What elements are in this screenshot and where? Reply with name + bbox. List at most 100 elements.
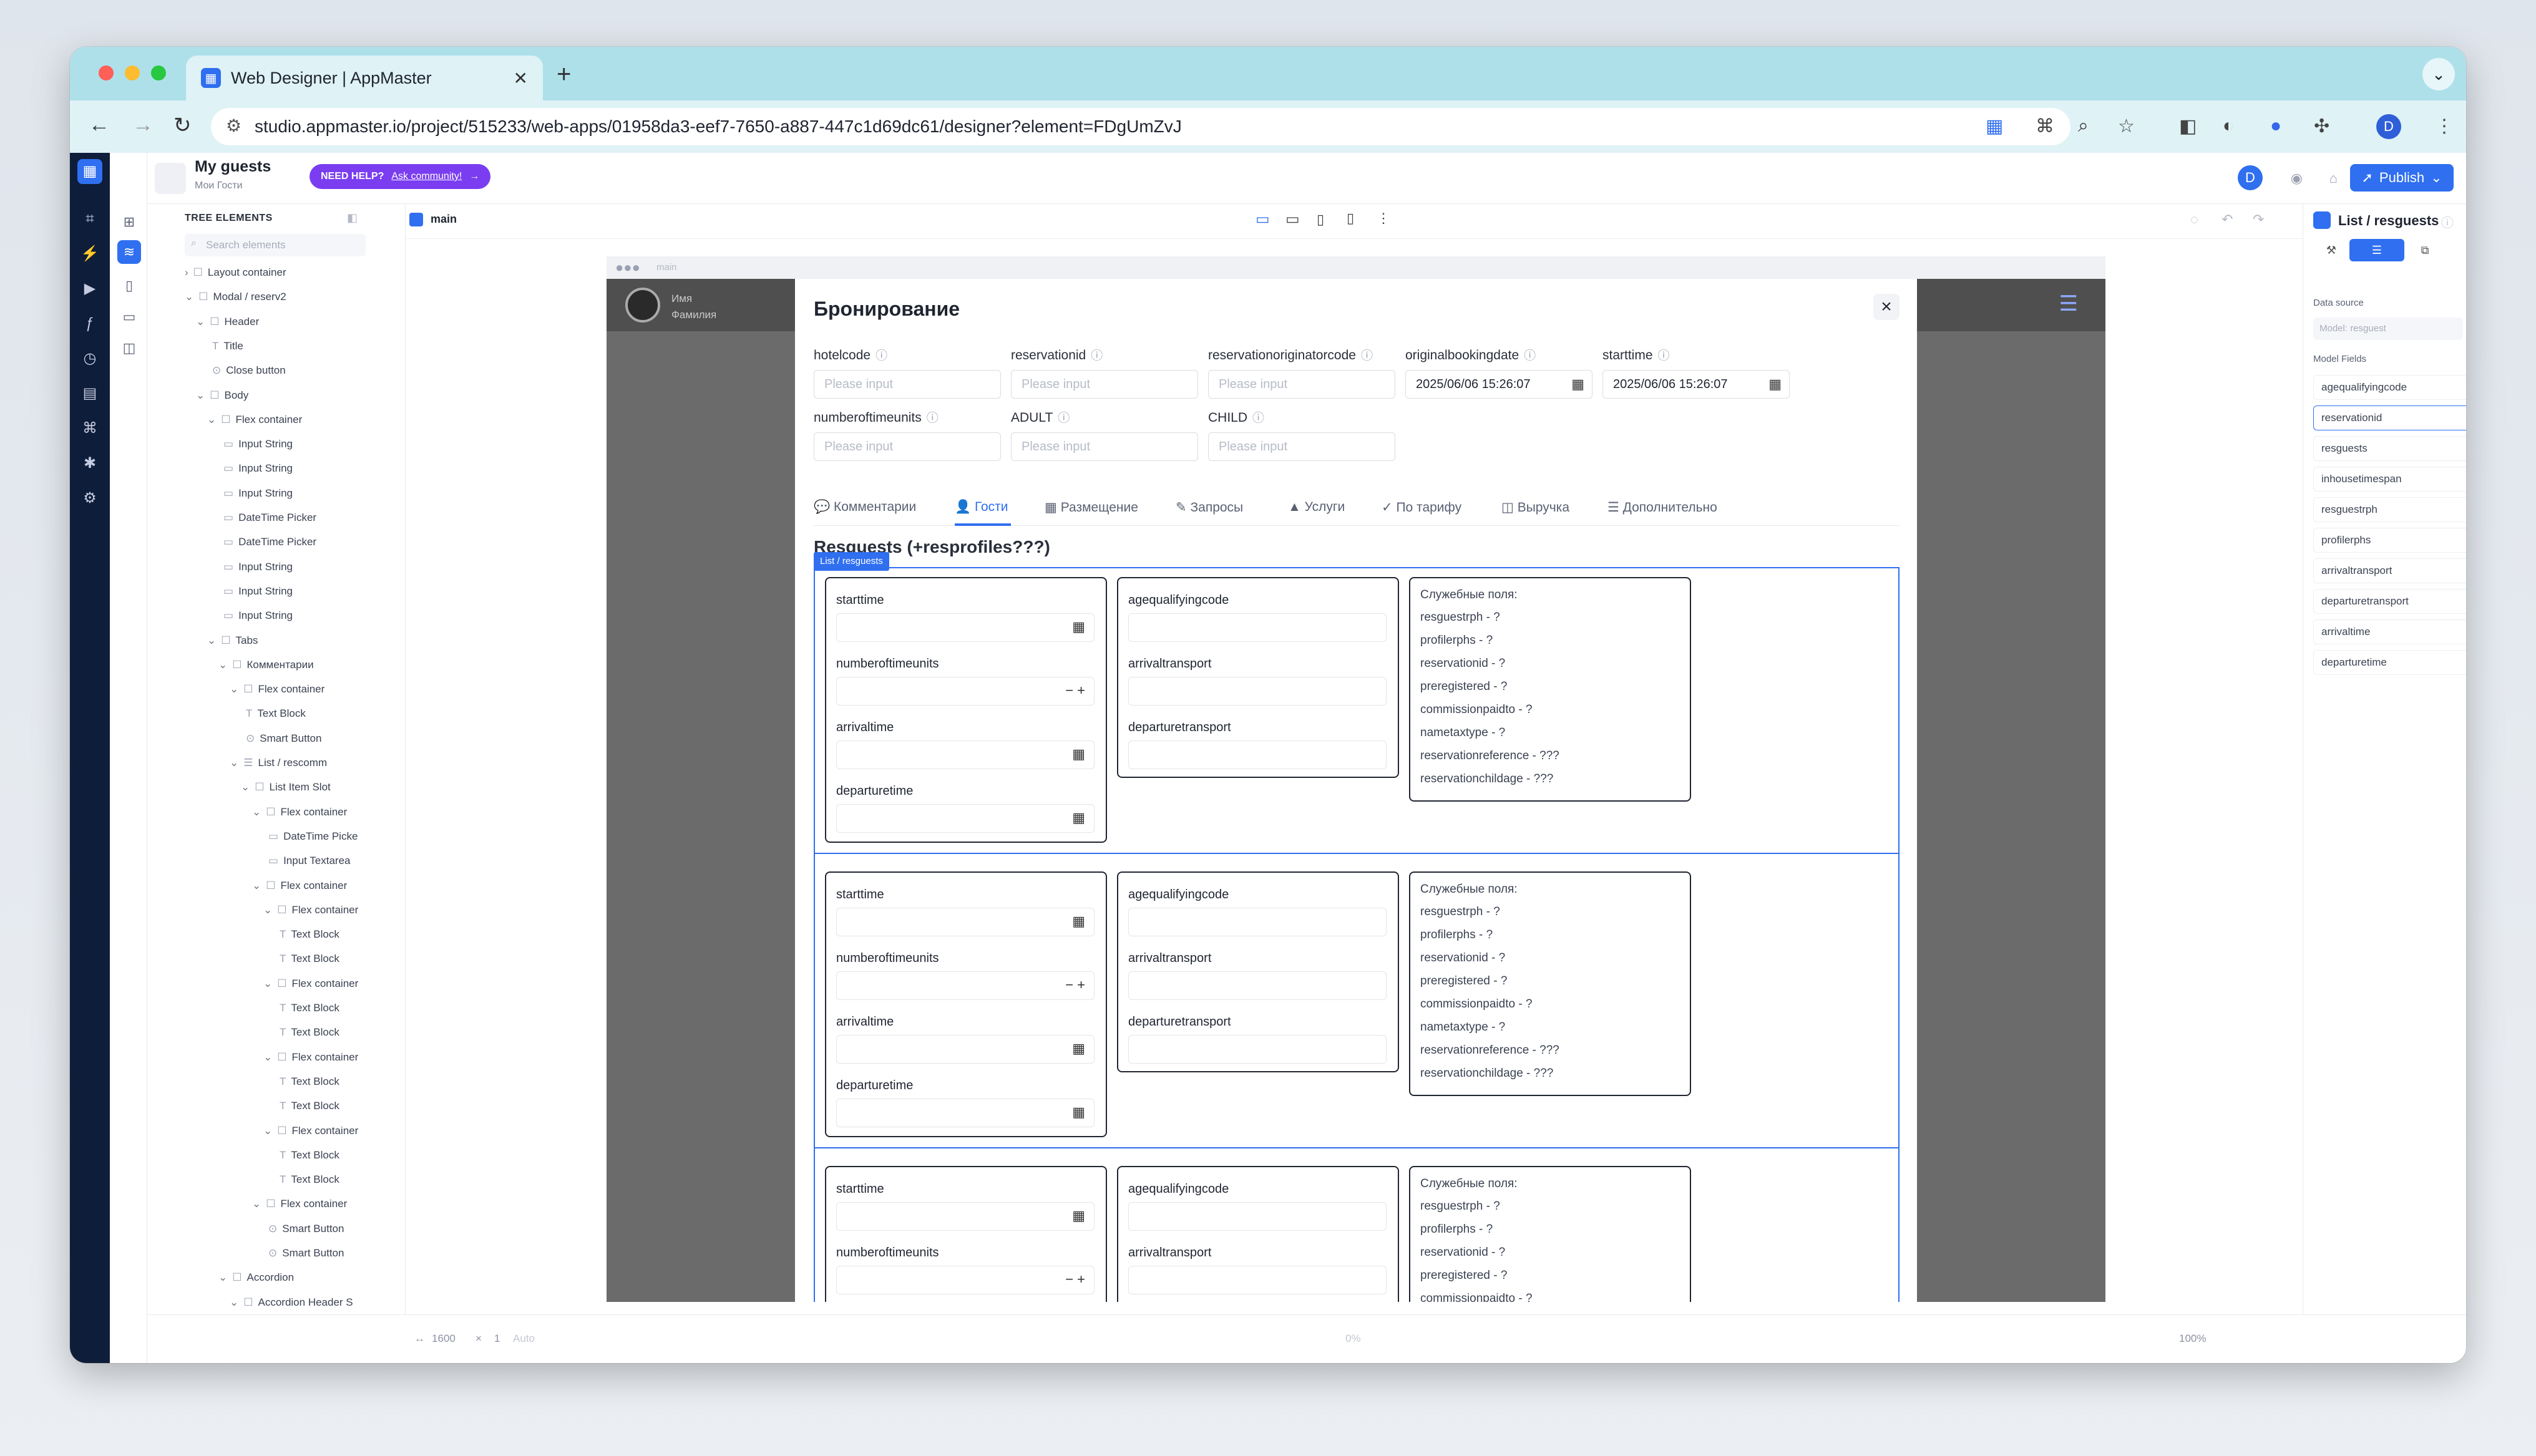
tree-node[interactable]: ⌄ ☐ Flex container	[252, 806, 347, 818]
media-icon[interactable]: ▶	[77, 276, 102, 301]
data-icon[interactable]: ☰	[2349, 239, 2404, 261]
model-field-item[interactable]: reservationidⓘ	[2313, 405, 2466, 430]
record-icon[interactable]: ●	[2270, 115, 2281, 137]
model-field-item[interactable]: inhousetimespanⓘ	[2313, 467, 2466, 492]
triggers-icon[interactable]: ▣	[2458, 239, 2466, 261]
mobile-view-icon[interactable]: ▯	[1347, 210, 1354, 226]
translate-icon[interactable]: ⌘	[2036, 115, 2054, 137]
text-input[interactable]: Please input	[814, 432, 1001, 461]
datetime-input[interactable]: ▦	[836, 740, 1095, 769]
tab-6[interactable]: ◫ Выручка	[1501, 500, 1569, 515]
tree-node[interactable]: › ☐ Layout container	[185, 266, 286, 279]
data-source-select[interactable]: Model: resguest	[2313, 318, 2463, 340]
preview-eye-icon[interactable]: ◉	[2291, 170, 2303, 187]
tree-node-arrow-icon[interactable]: ⌄	[218, 1271, 227, 1283]
tree-node[interactable]: ▭ Input String	[218, 561, 293, 573]
datetime-input[interactable]: ▦	[836, 1099, 1095, 1127]
canvas-width[interactable]: 1600	[432, 1332, 456, 1345]
close-tab-icon[interactable]: ✕	[514, 68, 528, 89]
text-input[interactable]	[1128, 1266, 1387, 1294]
canvas-height[interactable]: Auto	[513, 1332, 535, 1345]
tree-node[interactable]: ▭ DateTime Picker	[218, 536, 316, 548]
laptop-view-icon[interactable]: ▭	[1285, 210, 1300, 228]
calendar-icon[interactable]: ▦	[1072, 619, 1085, 635]
timer-icon[interactable]: ◷	[77, 346, 102, 371]
datetime-input[interactable]: 2025/06/06 15:26:07 ▦	[1405, 370, 1592, 399]
help-circle-icon[interactable]: ⓘ	[1524, 349, 1536, 362]
help-circle-icon[interactable]: ⓘ	[1058, 412, 1070, 425]
close-button[interactable]: ×	[1873, 294, 1900, 320]
tab-7[interactable]: ☰ Дополнительно	[1607, 500, 1717, 515]
calendar-icon[interactable]: ▦	[1571, 371, 1584, 398]
tree-node[interactable]: ▭ Input String	[218, 438, 293, 450]
need-help-badge[interactable]: NEED HELP? Ask community! →	[310, 164, 491, 189]
tree-node-arrow-icon[interactable]: ⌄	[263, 978, 272, 989]
tree-node[interactable]: ▭ DateTime Picke	[263, 830, 358, 843]
tree-node[interactable]: ⌄ ☐ Tabs	[207, 634, 258, 647]
stepper-controls-icon[interactable]: − +	[1065, 977, 1085, 993]
tree-node[interactable]: ⊙ Smart Button	[241, 732, 321, 745]
new-tab-icon[interactable]: +	[557, 61, 571, 89]
tab-2[interactable]: ▦ Размещение	[1045, 500, 1138, 515]
text-input[interactable]	[1128, 971, 1387, 1000]
redo-icon[interactable]: ↷	[2253, 211, 2264, 228]
publish-button[interactable]: ➚ Publish ⌄	[2350, 164, 2454, 192]
model-field-item[interactable]: departuretransportⓘ	[2313, 589, 2466, 614]
tree-node[interactable]: ⌄ ☐ Modal / reserv2	[185, 291, 286, 303]
components-icon[interactable]: ▭	[117, 305, 141, 329]
model-field-item[interactable]: agequalifyingcodeⓘ	[2313, 375, 2466, 400]
tab-4[interactable]: ▲ Услуги	[1288, 500, 1345, 515]
events-icon[interactable]: ⧉	[2407, 239, 2443, 261]
ask-community-link[interactable]: Ask community!	[391, 171, 462, 182]
more-views-icon[interactable]: ⋮	[1377, 210, 1390, 226]
number-stepper[interactable]: − +	[836, 1266, 1095, 1294]
calendar-icon[interactable]: ▦	[1072, 810, 1085, 826]
tree-node-arrow-icon[interactable]: ⌄	[263, 904, 272, 916]
text-input[interactable]	[1128, 1202, 1387, 1231]
text-input[interactable]	[1128, 1035, 1387, 1064]
datetime-input[interactable]: ▦	[836, 613, 1095, 642]
stepper-controls-icon[interactable]: − +	[1065, 1271, 1085, 1288]
close-window-button[interactable]	[99, 66, 114, 80]
assets-icon[interactable]: ◫	[117, 336, 141, 360]
tree-node[interactable]: ▭ Input String	[218, 462, 293, 475]
calendar-icon[interactable]: ▦	[1072, 1104, 1085, 1120]
text-input[interactable]	[1128, 677, 1387, 706]
model-field-item[interactable]: profilerphsⓘ	[2313, 528, 2466, 553]
tree-node-arrow-icon[interactable]: ⌄	[196, 316, 205, 328]
tree-node[interactable]: T Text Block	[275, 953, 339, 965]
home-icon[interactable]: ⌂	[2329, 170, 2338, 187]
style-icon[interactable]: ⚒	[2313, 239, 2349, 261]
tree-node[interactable]: ▭ Input String	[218, 585, 293, 598]
text-input[interactable]	[1128, 740, 1387, 769]
tree-node[interactable]: ⌄ ☐ Flex container	[207, 414, 302, 426]
model-field-item[interactable]: arrivaltimeⓘ	[2313, 619, 2466, 644]
stepper-controls-icon[interactable]: − +	[1065, 682, 1085, 699]
text-input[interactable]	[1128, 613, 1387, 642]
zoom-level[interactable]: 100%	[2179, 1332, 2206, 1345]
help-circle-icon[interactable]: ⓘ	[1361, 349, 1373, 362]
help-circle-icon[interactable]: ⓘ	[875, 349, 887, 362]
tree-node[interactable]: ⊙ Smart Button	[263, 1247, 344, 1259]
settings-icon[interactable]: ⚙	[77, 486, 102, 511]
tree-node[interactable]: T Text Block	[275, 1100, 339, 1112]
model-field-item[interactable]: resguestsⓘ	[2313, 436, 2466, 461]
tree-search-input[interactable]: Search elements	[185, 234, 366, 256]
tree-node-arrow-icon[interactable]: ⌄	[207, 634, 216, 646]
calendar-icon[interactable]: ▦	[1768, 371, 1782, 398]
tree-node-arrow-icon[interactable]: ⌄	[252, 806, 261, 818]
forward-arrow-icon[interactable]: →	[132, 113, 154, 137]
list-item[interactable]: starttime ▦ numberoftimeunits − + arrivaltim…	[815, 863, 1898, 1148]
tree-node[interactable]: ⌄ ☐ Flex container	[263, 904, 358, 916]
bookmark-star-icon[interactable]: ☆	[2118, 115, 2135, 137]
tree-node[interactable]: ⌄ ☐ Flex container	[263, 978, 358, 990]
tree-node[interactable]: ⌄ ☐ Flex container	[263, 1051, 358, 1064]
designer-icon[interactable]: ⌗	[77, 206, 102, 231]
text-input[interactable]: Please input	[1011, 432, 1198, 461]
calendar-icon[interactable]: ▦	[1072, 1041, 1085, 1057]
shield-icon[interactable]: ◧	[2179, 115, 2197, 137]
tree-node-arrow-icon[interactable]: ⌄	[230, 757, 238, 769]
tree-node-arrow-icon[interactable]: ⌄	[207, 414, 216, 425]
tree-node-arrow-icon[interactable]: ⌄	[241, 781, 250, 793]
collapse-icon[interactable]: ◧	[347, 211, 358, 225]
